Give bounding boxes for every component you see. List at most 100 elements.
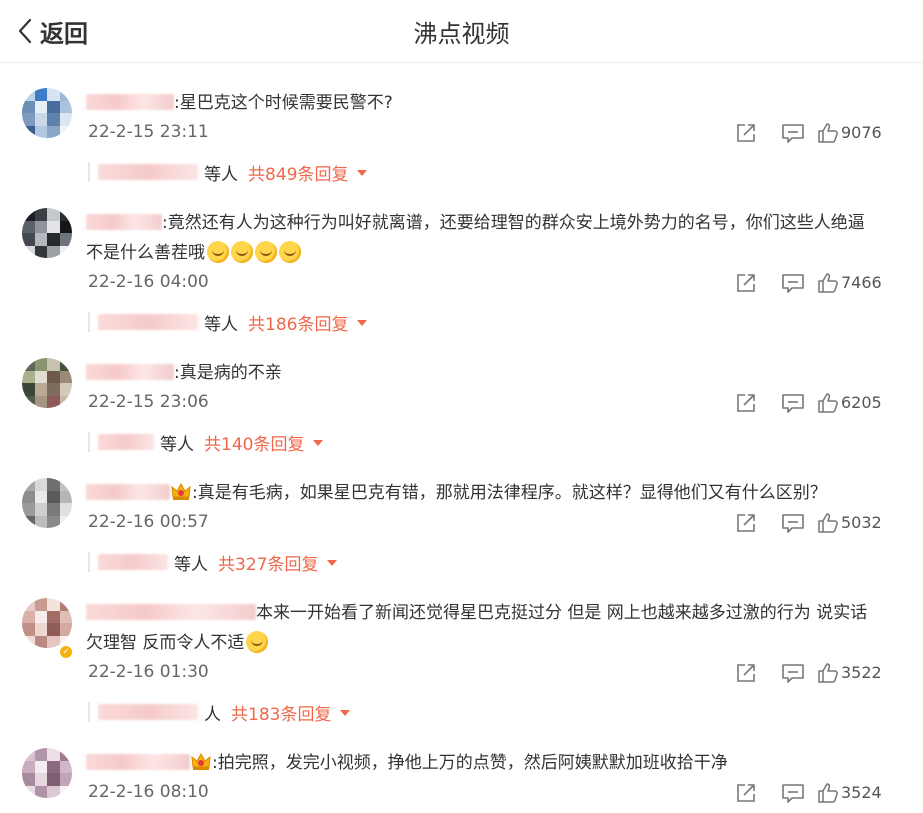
like-button[interactable] — [817, 122, 839, 148]
comment-text: 本来一开始看了新闻还觉得星巴克挺过分 但是 网上也越来越多过激的行为 说实话 欠… — [86, 598, 893, 658]
avatar-pixel — [34, 635, 48, 648]
username-blurred[interactable] — [86, 604, 256, 620]
emoji-icon — [279, 241, 301, 263]
thumbs-up-icon — [818, 513, 838, 533]
avatar-pixel — [59, 383, 72, 396]
like-button[interactable] — [817, 512, 839, 538]
avatar-pixel — [34, 395, 48, 408]
avatar-pixel — [34, 748, 48, 761]
avatar-pixel — [34, 598, 48, 611]
avatar-pixel — [34, 515, 48, 528]
comment-time: 22-2-15 23:11 — [88, 122, 209, 142]
reply-count-link[interactable]: 共849条回复 — [248, 160, 368, 185]
avatar-pixel — [47, 220, 60, 234]
avatar-pixel — [47, 233, 60, 246]
avatar-pixel — [34, 785, 48, 798]
share-button[interactable] — [735, 512, 757, 538]
reply-suffix: 等人 — [160, 434, 194, 455]
like-button[interactable] — [817, 782, 839, 808]
reply-summary[interactable]: 等人 共140条回复 — [88, 429, 324, 455]
avatar-pixel — [59, 125, 72, 138]
avatar-pixel — [47, 490, 60, 504]
avatar-pixel — [22, 785, 35, 798]
avatar-pixel — [22, 773, 35, 786]
avatar[interactable] — [22, 208, 72, 258]
like-button[interactable] — [817, 272, 839, 298]
avatar[interactable] — [22, 598, 72, 648]
avatar[interactable] — [22, 748, 72, 798]
avatar-pixel — [22, 358, 35, 371]
avatar-pixel — [34, 88, 48, 101]
avatar-pixel — [47, 100, 60, 114]
avatar-pixel — [47, 395, 60, 408]
avatar-pixel — [34, 370, 48, 384]
avatar-pixel — [34, 760, 48, 774]
avatar-pixel — [59, 88, 72, 101]
like-button[interactable] — [817, 392, 839, 418]
avatar-pixel — [47, 88, 60, 101]
verified-badge-icon: ✓ — [58, 644, 74, 660]
avatar-pixel — [59, 245, 72, 258]
avatar-pixel — [34, 113, 48, 126]
avatar-pixel — [59, 785, 72, 798]
comment-button[interactable] — [781, 392, 805, 418]
caret-down-icon — [313, 440, 324, 446]
share-icon — [737, 514, 755, 532]
reply-count-link[interactable]: 共183条回复 — [231, 700, 351, 725]
avatar-pixel — [59, 610, 72, 624]
username-blurred[interactable] — [86, 94, 174, 110]
avatar-pixel — [34, 100, 48, 114]
avatar-pixel — [22, 503, 35, 516]
comment-text: :星巴克这个时候需要民警不? — [86, 88, 893, 118]
avatar[interactable] — [22, 358, 72, 408]
share-icon — [737, 664, 755, 682]
avatar-pixel — [22, 760, 35, 774]
avatar-pixel — [22, 490, 35, 504]
comment-actions: 6205 — [713, 392, 923, 414]
crown-badge-icon — [191, 751, 211, 770]
avatar-pixel — [47, 478, 60, 491]
comment-time: 22-2-16 01:30 — [88, 662, 209, 682]
username-blurred[interactable] — [86, 484, 170, 500]
comment-item: :拍完照，发完小视频，挣他上万的点赞，然后阿姨默默加班收拾干净 22-2-16 … — [0, 724, 923, 813]
comment-button[interactable] — [781, 122, 805, 148]
share-button[interactable] — [735, 782, 757, 808]
avatar[interactable] — [22, 88, 72, 138]
reply-summary[interactable]: 人 共183条回复 — [88, 699, 351, 725]
comment-body: :竟然还有人为这种行为叫好就离谱，还要给理智的群众安上境外势力的名号，你们这些人… — [162, 213, 865, 233]
comment-item: :竟然还有人为这种行为叫好就离谱，还要给理智的群众安上境外势力的名号，你们这些人… — [0, 184, 923, 335]
share-button[interactable] — [735, 662, 757, 688]
avatar[interactable] — [22, 478, 72, 528]
comment-button[interactable] — [781, 662, 805, 688]
divider — [88, 432, 90, 452]
reply-count-text: 共849条回复 — [248, 164, 349, 185]
caret-down-icon — [357, 170, 368, 176]
avatar-pixel — [22, 383, 35, 396]
comment-button[interactable] — [781, 512, 805, 538]
share-button[interactable] — [735, 272, 757, 298]
username-blurred[interactable] — [86, 754, 190, 770]
caret-down-icon — [340, 710, 351, 716]
comment-button[interactable] — [781, 272, 805, 298]
thumbs-up-icon — [818, 783, 838, 803]
reply-count-link[interactable]: 共327条回复 — [218, 550, 338, 575]
comment-button[interactable] — [781, 782, 805, 808]
comment-time: 22-2-16 04:00 — [88, 272, 209, 292]
like-count: 5032 — [841, 513, 882, 532]
like-count: 7466 — [841, 273, 882, 292]
share-button[interactable] — [735, 392, 757, 418]
reply-summary[interactable]: 等人 共849条回复 — [88, 159, 368, 185]
page-title: 沸点视频 — [413, 20, 510, 48]
username-blurred[interactable] — [86, 364, 174, 380]
like-button[interactable] — [817, 662, 839, 688]
thumbs-up-icon — [818, 663, 838, 683]
avatar-pixel — [34, 773, 48, 786]
avatar-pixel — [22, 748, 35, 761]
reply-summary[interactable]: 等人 共186条回复 — [88, 309, 368, 335]
reply-count-link[interactable]: 共140条回复 — [204, 430, 324, 455]
share-button[interactable] — [735, 122, 757, 148]
reply-count-link[interactable]: 共186条回复 — [248, 310, 368, 335]
avatar-pixel — [47, 503, 60, 516]
reply-summary[interactable]: 等人 共327条回复 — [88, 549, 338, 575]
username-blurred[interactable] — [86, 214, 162, 230]
